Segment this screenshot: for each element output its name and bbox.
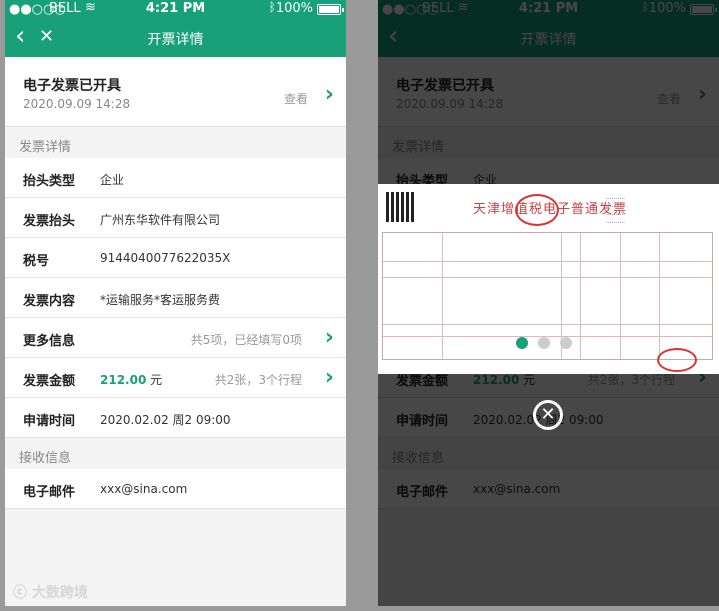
row-value: 212.00 元 <box>100 371 162 388</box>
chevron-right-icon[interactable]: › <box>325 367 334 389</box>
row-email: 电子邮件 xxx@sina.com <box>5 469 346 509</box>
row-value: *运输服务*客运服务费 <box>100 293 221 307</box>
invoice-meta-block: ·········· ·········· ·········· ·········· <box>606 196 626 227</box>
row-value: xxx@sina.com <box>100 482 188 496</box>
row-apply-time: 申请时间 2020.02.02 周2 09:00 <box>5 398 346 438</box>
row-label: 抬头类型 <box>23 174 76 189</box>
row-more-info[interactable]: 更多信息 共5项，已经填写0项 › <box>5 318 346 358</box>
page-dot-active[interactable] <box>516 337 528 349</box>
row-label: 电子邮件 <box>23 485 76 500</box>
row-label: 发票内容 <box>23 294 76 309</box>
amount-value: 212.00 <box>100 373 147 387</box>
row-label: 发票金额 <box>23 374 76 389</box>
row-hint: 共5项，已经填写0项 <box>190 333 302 347</box>
view-invoice-link[interactable]: 查看 <box>284 90 308 107</box>
row-value: 企业 <box>100 173 125 187</box>
invoice-status-date: 2020.09.09 14:28 <box>23 97 131 111</box>
qr-code-icon <box>386 192 416 222</box>
close-preview-icon[interactable]: ✕ <box>533 400 563 430</box>
battery-icon <box>317 4 344 15</box>
row-invoice-amount[interactable]: 发票金额 212.00 元 共2张，3个行程 › <box>5 358 346 398</box>
battery-percent: 100% <box>275 1 313 16</box>
section-receive-info: 接收信息 <box>19 451 72 466</box>
invoice-preview-title: 天津增值税电子普通发票 <box>473 202 628 217</box>
row-invoice-header: 发票抬头 广州东华软件有限公司 <box>5 198 346 238</box>
row-value: 广州东华软件有限公司 <box>100 213 221 227</box>
section-invoice-details: 发票详情 <box>19 140 72 155</box>
row-hint: 共2张，3个行程 <box>214 373 302 387</box>
phone-screen-right: ●●○○○ BELL ≋ 4:21 PM ᛒ 100% ‹ 开票详情 电子发票已… <box>378 0 719 606</box>
row-header-type: 抬头类型 企业 <box>5 158 346 198</box>
watermark-text: 大数跨境 <box>31 585 88 601</box>
page-title: 开票详情 <box>147 32 204 48</box>
page-dot[interactable] <box>560 337 572 349</box>
page-dot[interactable] <box>538 337 550 349</box>
row-tax-id: 税号 9144040077622035X <box>5 238 346 278</box>
row-label: 发票抬头 <box>23 214 76 229</box>
row-value: 2020.02.02 周2 09:00 <box>100 413 231 427</box>
row-value: 9144040077622035X <box>100 251 231 265</box>
row-label: 申请时间 <box>23 414 76 429</box>
page-indicator[interactable] <box>516 334 582 353</box>
invoice-status-title: 电子发票已开具 <box>23 78 121 94</box>
invoice-preview-image[interactable]: 天津增值税电子普通发票 ·········· ·········· ········… <box>378 184 719 374</box>
phone-screen-left: ●●○○○ BELL ≋ 4:21 PM ᛒ 100% ‹ ✕ 开票详情 电子发… <box>5 0 346 606</box>
row-invoice-content: 发票内容 *运输服务*客运服务费 <box>5 278 346 318</box>
row-label: 税号 <box>23 254 50 269</box>
watermark-logo: ⓒ 大数跨境 <box>13 585 88 601</box>
nav-bar: ‹ ✕ 开票详情 <box>5 19 346 57</box>
seal-stamp-icon <box>657 348 697 372</box>
chevron-right-icon[interactable]: › <box>325 327 334 349</box>
amount-unit: 元 <box>150 373 163 387</box>
chevron-right-icon[interactable]: › <box>325 84 334 106</box>
row-label: 更多信息 <box>23 334 76 349</box>
status-bar: ●●○○○ BELL ≋ 4:21 PM ᛒ 100% <box>5 0 346 19</box>
invoice-status-card[interactable]: 电子发票已开具 2020.09.09 14:28 查看 › <box>5 57 346 127</box>
